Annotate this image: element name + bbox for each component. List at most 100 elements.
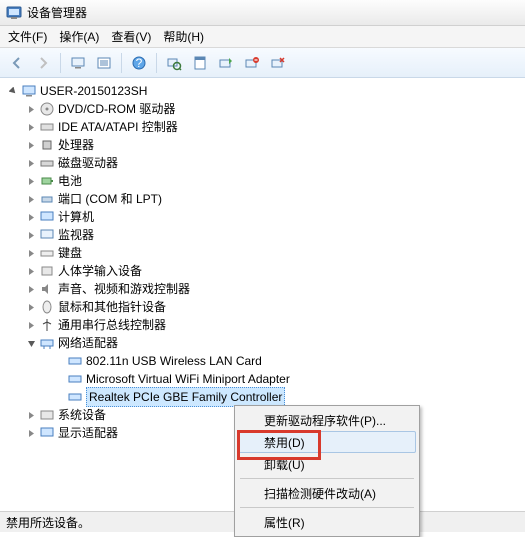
tree-label: DVD/CD-ROM 驱动器 <box>58 100 175 118</box>
tree-category[interactable]: 电池 <box>2 172 525 190</box>
tree-label: Microsoft Virtual WiFi Miniport Adapter <box>86 370 290 388</box>
expander-open-icon[interactable] <box>26 338 37 349</box>
tree-category[interactable]: IDE ATA/ATAPI 控制器 <box>2 118 525 136</box>
tree-category[interactable]: 人体学输入设备 <box>2 262 525 280</box>
tree-category[interactable]: 声音、视频和游戏控制器 <box>2 280 525 298</box>
mouse-icon <box>39 299 55 315</box>
display-icon <box>39 425 55 441</box>
computer-icon <box>39 209 55 225</box>
tree-label-selected: Realtek PCIe GBE Family Controller <box>86 387 285 407</box>
expander-closed-icon[interactable] <box>26 302 37 313</box>
system-icon <box>39 407 55 423</box>
sound-icon <box>39 281 55 297</box>
tree-category[interactable]: 监视器 <box>2 226 525 244</box>
menu-properties[interactable]: 属性(R) <box>238 511 416 533</box>
expander-closed-icon[interactable] <box>26 230 37 241</box>
tree-label: 处理器 <box>58 136 94 154</box>
tree-root[interactable]: USER-20150123SH <box>2 82 525 100</box>
update-driver-button[interactable] <box>215 52 237 74</box>
menu-scan-hardware[interactable]: 扫描检测硬件改动(A) <box>238 482 416 504</box>
window-title: 设备管理器 <box>27 4 87 21</box>
menu-separator <box>240 478 414 479</box>
tree-device[interactable]: Microsoft Virtual WiFi Miniport Adapter <box>2 370 525 388</box>
menu-bar: 文件(F) 操作(A) 查看(V) 帮助(H) <box>0 26 525 48</box>
expander-closed-icon[interactable] <box>26 284 37 295</box>
menu-action[interactable]: 操作(A) <box>59 28 99 45</box>
forward-button[interactable] <box>32 52 54 74</box>
details-button[interactable] <box>93 52 115 74</box>
tree-device[interactable]: 802.11n USB Wireless LAN Card <box>2 352 525 370</box>
tree-device-selected[interactable]: Realtek PCIe GBE Family Controller <box>2 388 525 406</box>
cpu-icon <box>39 137 55 153</box>
usb-icon <box>39 317 55 333</box>
tree-label: IDE ATA/ATAPI 控制器 <box>58 118 178 136</box>
monitor-icon <box>39 227 55 243</box>
device-manager-icon <box>6 5 22 21</box>
hid-icon <box>39 263 55 279</box>
uninstall-device-button[interactable] <box>267 52 289 74</box>
tree-label: 显示适配器 <box>58 424 118 442</box>
tree-label: 声音、视频和游戏控制器 <box>58 280 190 298</box>
tree-label: 系统设备 <box>58 406 106 424</box>
expander-closed-icon[interactable] <box>26 194 37 205</box>
expander-closed-icon[interactable] <box>26 410 37 421</box>
tree-label: 人体学输入设备 <box>58 262 142 280</box>
tree-category[interactable]: 鼠标和其他指针设备 <box>2 298 525 316</box>
expander-closed-icon[interactable] <box>26 248 37 259</box>
tree-category[interactable]: 处理器 <box>2 136 525 154</box>
svg-text:?: ? <box>136 56 143 70</box>
tree-category[interactable]: 磁盘驱动器 <box>2 154 525 172</box>
expander-closed-icon[interactable] <box>26 428 37 439</box>
tree-category-network[interactable]: 网络适配器 <box>2 334 525 352</box>
menu-item-label: 更新驱动程序软件(P)... <box>264 412 386 429</box>
menu-file[interactable]: 文件(F) <box>8 28 47 45</box>
show-computer-button[interactable] <box>67 52 89 74</box>
tree-category[interactable]: 通用串行总线控制器 <box>2 316 525 334</box>
tree-label: 802.11n USB Wireless LAN Card <box>86 352 262 370</box>
tree-label: 鼠标和其他指针设备 <box>58 298 166 316</box>
toolbar: ? <box>0 48 525 78</box>
network-adapter-icon <box>67 389 83 405</box>
keyboard-icon <box>39 245 55 261</box>
tree-label: 通用串行总线控制器 <box>58 316 166 334</box>
expander-closed-icon[interactable] <box>26 104 37 115</box>
tree-label: 计算机 <box>58 208 94 226</box>
network-adapter-icon <box>67 371 83 387</box>
ide-icon <box>39 119 55 135</box>
expander-closed-icon[interactable] <box>26 122 37 133</box>
computer-icon <box>21 83 37 99</box>
battery-icon <box>39 173 55 189</box>
menu-view[interactable]: 查看(V) <box>111 28 151 45</box>
spacer <box>54 374 65 385</box>
tree-category[interactable]: 端口 (COM 和 LPT) <box>2 190 525 208</box>
menu-disable[interactable]: 禁用(D) <box>238 431 416 453</box>
menu-update-driver[interactable]: 更新驱动程序软件(P)... <box>238 409 416 431</box>
status-text: 禁用所选设备。 <box>6 514 90 531</box>
tree-label: 电池 <box>58 172 82 190</box>
expander-closed-icon[interactable] <box>26 320 37 331</box>
properties-button[interactable] <box>189 52 211 74</box>
tree-root-label: USER-20150123SH <box>40 82 147 100</box>
context-menu: 更新驱动程序软件(P)... 禁用(D) 卸载(U) 扫描检测硬件改动(A) 属… <box>234 405 420 537</box>
tree-label: 键盘 <box>58 244 82 262</box>
expander-closed-icon[interactable] <box>26 140 37 151</box>
expander-closed-icon[interactable] <box>26 176 37 187</box>
network-icon <box>39 335 55 351</box>
menu-help[interactable]: 帮助(H) <box>163 28 204 45</box>
help-button[interactable]: ? <box>128 52 150 74</box>
menu-uninstall[interactable]: 卸载(U) <box>238 453 416 475</box>
expander-closed-icon[interactable] <box>26 158 37 169</box>
expander-closed-icon[interactable] <box>26 212 37 223</box>
menu-item-label: 卸载(U) <box>264 456 305 473</box>
scan-hardware-button[interactable] <box>163 52 185 74</box>
tree-category[interactable]: 键盘 <box>2 244 525 262</box>
menu-item-label: 属性(R) <box>264 514 305 531</box>
tree-label: 网络适配器 <box>58 334 118 352</box>
tree-category[interactable]: 计算机 <box>2 208 525 226</box>
menu-item-label: 禁用(D) <box>264 434 305 451</box>
expander-closed-icon[interactable] <box>26 266 37 277</box>
tree-category[interactable]: DVD/CD-ROM 驱动器 <box>2 100 525 118</box>
expander-open-icon[interactable] <box>8 86 19 97</box>
disable-device-button[interactable] <box>241 52 263 74</box>
back-button[interactable] <box>6 52 28 74</box>
